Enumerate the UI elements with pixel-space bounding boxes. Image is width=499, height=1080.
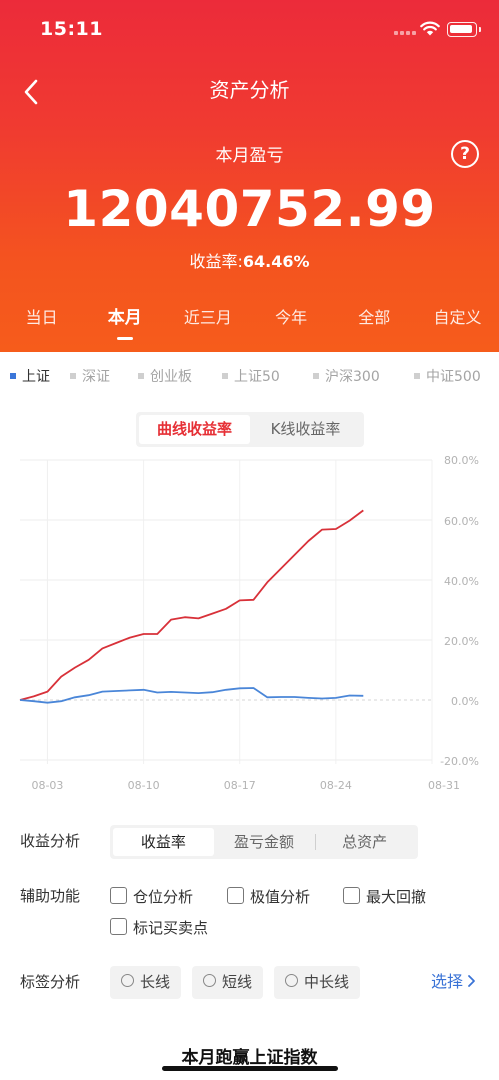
tag-short-term[interactable]: 短线 — [192, 966, 264, 999]
legend-marker — [70, 373, 76, 379]
legend-marker — [313, 373, 319, 379]
x-tick-label: 08-03 — [31, 779, 63, 792]
checkbox-box — [227, 887, 244, 904]
index-label: 深证 — [82, 369, 110, 385]
index-shanghai[interactable]: 上证 — [10, 365, 50, 389]
x-tick-label: 08-17 — [224, 779, 256, 792]
legend-marker — [222, 373, 228, 379]
return-rate-label: 收益率: — [189, 252, 243, 271]
tag-long-term[interactable]: 长线 — [110, 966, 182, 999]
legend-marker — [414, 373, 420, 379]
curve-return-button[interactable]: 曲线收益率 — [139, 415, 250, 444]
y-tick-label: -20.0% — [440, 755, 479, 768]
tag-label: 中长线 — [304, 973, 350, 991]
analysis-label: 收益分析 — [20, 832, 81, 850]
index-label: 创业板 — [150, 369, 192, 385]
return-rate: 收益率:64.46% — [0, 248, 499, 272]
legend-marker — [10, 373, 16, 379]
return-chart: 80.0% 60.0% 40.0% 20.0% 0.0% -20.0% 08-03 08-10… — [19, 454, 479, 792]
extreme-analysis-checkbox[interactable]: 极值分析 — [227, 886, 310, 908]
tag-label: 长线 — [140, 973, 171, 991]
x-tick-label: 08-24 — [320, 779, 352, 792]
tab-all[interactable]: 全部 — [333, 304, 416, 344]
index-csi300[interactable]: 沪深300 — [313, 365, 380, 389]
index-label: 中证500 — [426, 369, 481, 385]
index-label: 上证 — [22, 369, 50, 385]
tag-select-link[interactable]: 选择 — [431, 970, 478, 994]
y-tick-label: 40.0% — [444, 575, 479, 588]
checkbox-box — [343, 887, 360, 904]
summary-header: 15:11 资产分析 本月盈亏 ? 12040752.99 收益率:64.46%… — [0, 0, 499, 352]
x-tick-label: 08-31 — [428, 779, 460, 792]
analysis-rate-button[interactable]: 收益率 — [113, 828, 214, 856]
period-tabs: 当日 本月 近三月 今年 全部 自定义 — [0, 304, 499, 344]
y-tick-label: 80.0% — [444, 454, 479, 467]
index-chinext[interactable]: 创业板 — [138, 365, 192, 389]
tab-three-months[interactable]: 近三月 — [166, 304, 249, 344]
max-drawdown-checkbox[interactable]: 最大回撤 — [343, 886, 426, 908]
checkbox-label: 极值分析 — [250, 888, 311, 906]
radio-icon — [203, 974, 216, 987]
checkbox-label: 标记买卖点 — [133, 919, 209, 937]
pnl-value: 12040752.99 — [63, 180, 436, 238]
tags-label: 标签分析 — [20, 973, 81, 991]
segment-divider — [315, 834, 316, 850]
signal-icon — [394, 31, 416, 35]
footer-title: 本月跑赢上证指数 — [181, 1048, 318, 1068]
analysis-switch: 收益率 盈亏金额 总资产 — [110, 825, 418, 859]
tab-this-month[interactable]: 本月 — [83, 304, 166, 344]
index-sse50[interactable]: 上证50 — [222, 365, 280, 389]
y-tick-label: 60.0% — [444, 515, 479, 528]
tab-custom[interactable]: 自定义 — [416, 304, 499, 344]
chart-type-switch: 曲线收益率 K线收益率 — [136, 412, 364, 447]
y-tick-label: 20.0% — [444, 635, 479, 648]
index-label: 上证50 — [234, 369, 280, 385]
checkbox-box — [110, 887, 127, 904]
status-time: 15:11 — [40, 18, 103, 40]
x-tick-label: 08-10 — [128, 779, 160, 792]
index-selector: 上证 深证 创业板 上证50 沪深300 中证500 — [0, 365, 499, 389]
index-return-line — [19, 687, 364, 704]
radio-icon — [285, 974, 298, 987]
wifi-icon — [420, 21, 440, 36]
kline-return-button[interactable]: K线收益率 — [250, 415, 361, 444]
index-label: 沪深300 — [325, 369, 380, 385]
checkbox-label: 最大回撤 — [366, 888, 427, 906]
tab-this-year[interactable]: 今年 — [250, 304, 333, 344]
tag-mid-long-term[interactable]: 中长线 — [274, 966, 361, 999]
select-label: 选择 — [431, 972, 464, 991]
battery-icon — [447, 22, 481, 37]
pnl-label: 本月盈亏 — [215, 146, 284, 166]
aux-label: 辅助功能 — [20, 887, 81, 905]
y-tick-label: 0.0% — [451, 695, 479, 708]
tag-label: 短线 — [222, 973, 253, 991]
checkbox-box — [110, 918, 127, 935]
radio-icon — [121, 974, 134, 987]
return-rate-value: 64.46% — [242, 252, 310, 271]
mark-trades-checkbox[interactable]: 标记买卖点 — [110, 917, 208, 939]
tab-today[interactable]: 当日 — [0, 304, 83, 344]
chevron-right-icon — [468, 975, 475, 987]
position-analysis-checkbox[interactable]: 仓位分析 — [110, 886, 193, 908]
index-csi500[interactable]: 中证500 — [414, 365, 481, 389]
status-bar: 15:11 — [0, 0, 499, 60]
legend-marker — [138, 373, 144, 379]
checkbox-label: 仓位分析 — [133, 888, 194, 906]
analysis-pnl-button[interactable]: 盈亏金额 — [214, 828, 315, 856]
portfolio-return-line — [19, 509, 364, 701]
index-shenzhen[interactable]: 深证 — [70, 365, 110, 389]
analysis-assets-button[interactable]: 总资产 — [314, 828, 415, 856]
page-title: 资产分析 — [209, 78, 290, 102]
home-indicator — [162, 1066, 338, 1071]
help-icon[interactable]: ? — [451, 140, 479, 168]
